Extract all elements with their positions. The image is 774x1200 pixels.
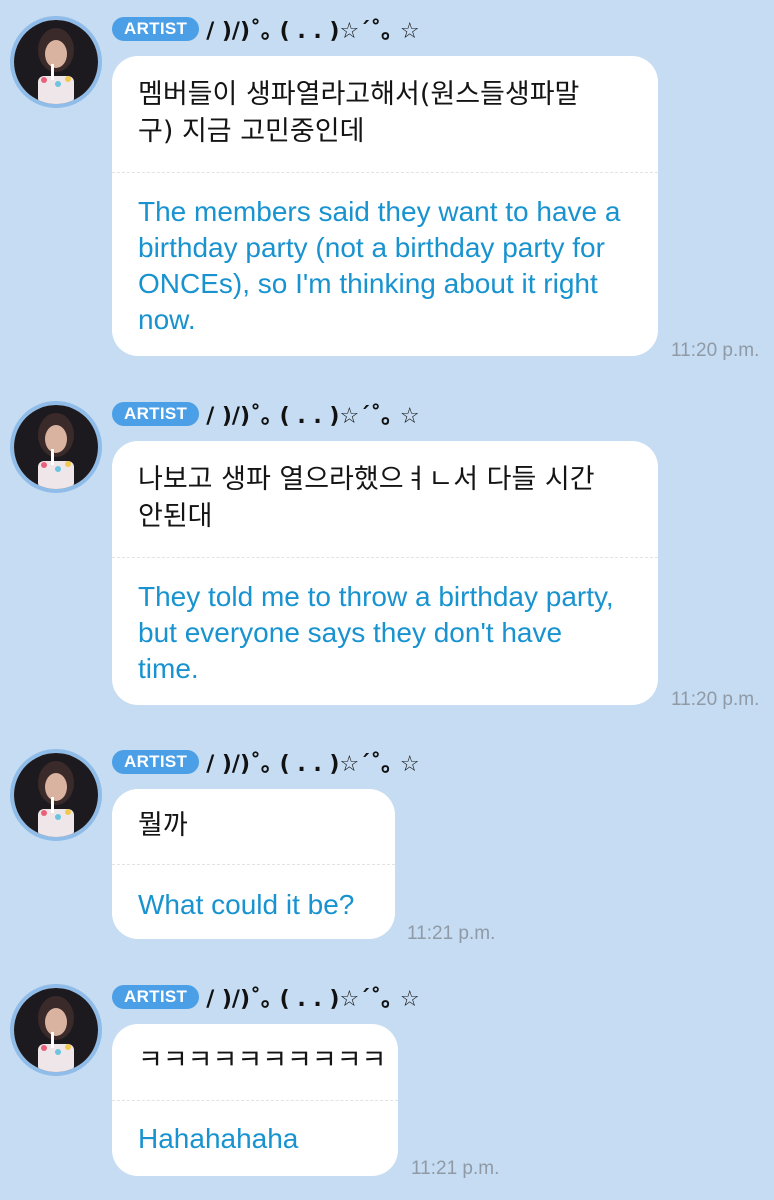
avatar-image: [14, 20, 98, 104]
sender-nickname: / )/)˚｡ ( . . )☆´˚｡ ☆: [206, 752, 420, 777]
sender-row: ARTIST / )/)˚｡ ( . . )☆´˚｡ ☆: [112, 982, 420, 1012]
avatar[interactable]: [10, 749, 102, 841]
timestamp: 11:21 p.m.: [407, 923, 496, 944]
sender-nickname: / )/)˚｡ ( . . )☆´˚｡ ☆: [206, 987, 420, 1012]
divider: [112, 1100, 398, 1101]
avatar-image: [14, 988, 98, 1072]
translated-text: Hahahahaha: [138, 1123, 299, 1154]
artist-badge: ARTIST: [112, 17, 200, 41]
timestamp: 11:20 p.m.: [671, 340, 760, 361]
translated-text: They told me to throw a birthday party, …: [138, 581, 614, 684]
divider: [112, 864, 395, 865]
sender-row: ARTIST / )/)˚｡ ( . . )☆´˚｡ ☆: [112, 399, 420, 429]
message-bubble[interactable]: ㅋㅋㅋㅋㅋㅋㅋㅋㅋㅋ Hahahahaha: [112, 1024, 398, 1176]
original-text: 나보고 생파 열으라했으ㅕㄴ서 다들 시간 안된대: [138, 464, 595, 532]
message-bubble[interactable]: 나보고 생파 열으라했으ㅕㄴ서 다들 시간 안된대 They told me t…: [112, 441, 658, 705]
divider: [112, 557, 658, 558]
original-text: ㅋㅋㅋㅋㅋㅋㅋㅋㅋㅋ: [138, 1045, 387, 1076]
avatar[interactable]: [10, 984, 102, 1076]
sender-nickname: / )/)˚｡ ( . . )☆´˚｡ ☆: [206, 404, 420, 429]
timestamp: 11:21 p.m.: [411, 1158, 500, 1179]
original-text: 멤버들이 생파열라고해서(원스들생파말 구) 지금 고민중인데: [138, 79, 580, 147]
translated-text: What could it be?: [138, 889, 355, 920]
sender-row: ARTIST / )/)˚｡ ( . . )☆´˚｡ ☆: [112, 747, 420, 777]
artist-badge: ARTIST: [112, 985, 200, 1009]
original-text: 뭘까: [138, 810, 188, 841]
avatar[interactable]: [10, 401, 102, 493]
artist-badge: ARTIST: [112, 402, 200, 426]
avatar[interactable]: [10, 16, 102, 108]
divider: [112, 172, 658, 173]
sender-row: ARTIST / )/)˚｡ ( . . )☆´˚｡ ☆: [112, 14, 420, 44]
translated-text: The members said they want to have a bir…: [138, 196, 621, 335]
timestamp: 11:20 p.m.: [671, 689, 760, 710]
avatar-image: [14, 405, 98, 489]
avatar-image: [14, 753, 98, 837]
sender-nickname: / )/)˚｡ ( . . )☆´˚｡ ☆: [206, 19, 420, 44]
artist-badge: ARTIST: [112, 750, 200, 774]
message-bubble[interactable]: 멤버들이 생파열라고해서(원스들생파말 구) 지금 고민중인데 The memb…: [112, 56, 658, 356]
message-bubble[interactable]: 뭘까 What could it be?: [112, 789, 395, 939]
